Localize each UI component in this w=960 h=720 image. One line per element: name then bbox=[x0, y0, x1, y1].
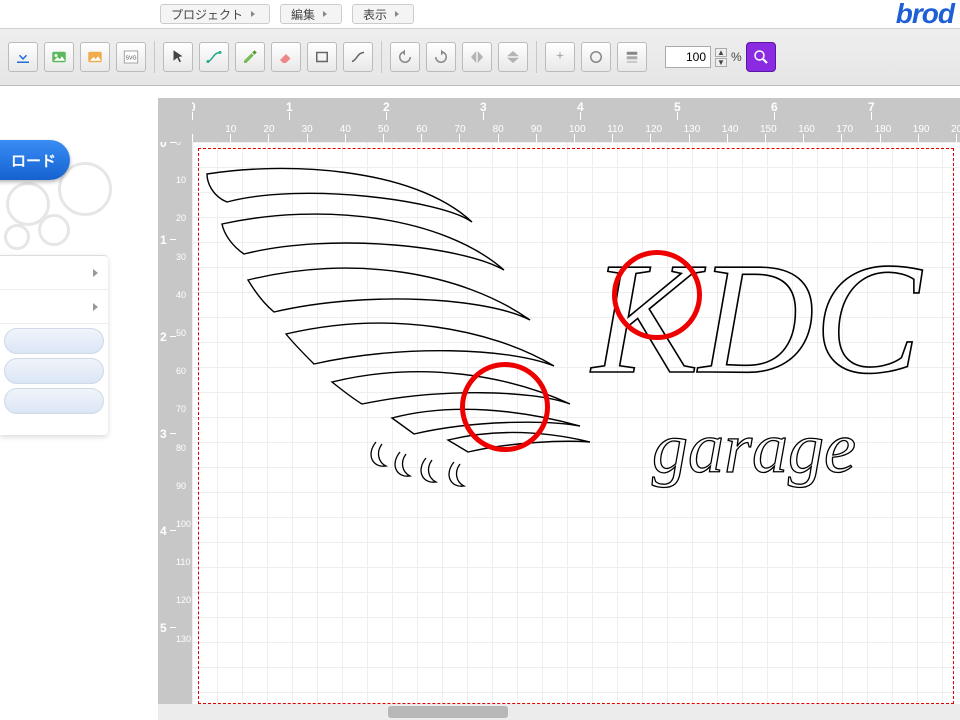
menu-bar: プロジェクト 編集 表示 brod bbox=[0, 0, 960, 28]
toolbar: SVG ▲ ▼ % bbox=[0, 28, 960, 86]
rotate-right-button[interactable] bbox=[426, 42, 456, 72]
brush-button[interactable] bbox=[343, 42, 373, 72]
rotate-left-icon bbox=[396, 48, 414, 66]
pen-curve-icon bbox=[205, 48, 223, 66]
toolbar-separator bbox=[536, 41, 537, 73]
chevron-right-icon bbox=[395, 11, 399, 17]
shape-icon bbox=[313, 48, 331, 66]
zoom-up-button[interactable]: ▲ bbox=[715, 48, 727, 57]
brand-logo: brod bbox=[896, 0, 954, 30]
toolbar-separator bbox=[381, 41, 382, 73]
menu-project[interactable]: プロジェクト bbox=[160, 4, 270, 24]
image-icon bbox=[50, 48, 68, 66]
side-panel-row[interactable] bbox=[0, 256, 108, 290]
pointer-icon bbox=[169, 48, 187, 66]
download-pill-label: ロード bbox=[11, 150, 56, 171]
download-pill-button[interactable]: ロード bbox=[0, 140, 70, 180]
eraser-button[interactable] bbox=[271, 42, 301, 72]
menu-edit[interactable]: 編集 bbox=[280, 4, 342, 24]
svg-text:SVG: SVG bbox=[125, 55, 136, 61]
canvas-page[interactable]: KDC garage bbox=[192, 142, 960, 710]
ruler-vertical: 0123450102030405060708090100110120130 bbox=[158, 142, 192, 710]
download-button[interactable] bbox=[8, 42, 38, 72]
zoom-control: ▲ ▼ % bbox=[665, 42, 776, 72]
ruler-corner bbox=[158, 98, 192, 142]
chevron-right-icon bbox=[93, 303, 98, 311]
open-image-button[interactable] bbox=[80, 42, 110, 72]
pen-curve-button[interactable] bbox=[199, 42, 229, 72]
chevron-right-icon bbox=[93, 269, 98, 277]
brush-icon bbox=[349, 48, 367, 66]
zoom-unit: % bbox=[731, 50, 742, 64]
download-icon bbox=[14, 48, 32, 66]
pencil-icon bbox=[241, 48, 259, 66]
eraser-icon bbox=[277, 48, 295, 66]
shape-button[interactable] bbox=[307, 42, 337, 72]
zoom-tool-button[interactable] bbox=[746, 42, 776, 72]
zoom-input[interactable] bbox=[665, 46, 711, 68]
menu-project-label: プロジェクト bbox=[171, 6, 243, 23]
circle-outline-icon bbox=[587, 48, 605, 66]
svg-icon: SVG bbox=[122, 48, 140, 66]
toolbar-separator bbox=[154, 41, 155, 73]
rotate-right-icon bbox=[432, 48, 450, 66]
rotate-left-button[interactable] bbox=[390, 42, 420, 72]
menu-view[interactable]: 表示 bbox=[352, 4, 414, 24]
scrollbar-thumb[interactable] bbox=[388, 706, 508, 718]
layers-button[interactable] bbox=[617, 42, 647, 72]
side-panel-row[interactable] bbox=[0, 290, 108, 324]
pointer-button[interactable] bbox=[163, 42, 193, 72]
sparkle-button[interactable] bbox=[545, 42, 575, 72]
chevron-right-icon bbox=[323, 11, 327, 17]
side-panel-pill[interactable] bbox=[4, 388, 104, 414]
side-panel bbox=[0, 255, 108, 435]
svg-button[interactable]: SVG bbox=[116, 42, 146, 72]
layers-icon bbox=[623, 48, 641, 66]
horizontal-scrollbar[interactable] bbox=[158, 704, 960, 720]
flip-v-button[interactable] bbox=[498, 42, 528, 72]
flip-v-icon bbox=[504, 48, 522, 66]
image-button[interactable] bbox=[44, 42, 74, 72]
open-image-icon bbox=[86, 48, 104, 66]
side-panel-pill[interactable] bbox=[4, 358, 104, 384]
magnifier-icon bbox=[752, 48, 770, 66]
annotation-circle bbox=[460, 362, 550, 452]
side-panel-pill[interactable] bbox=[4, 328, 104, 354]
flip-h-icon bbox=[468, 48, 486, 66]
chevron-right-icon bbox=[251, 11, 255, 17]
sparkle-icon bbox=[551, 48, 569, 66]
annotation-circle bbox=[612, 250, 702, 340]
ruler-horizontal: 0123456701020304050607080901001101201301… bbox=[192, 98, 960, 142]
pencil-button[interactable] bbox=[235, 42, 265, 72]
menu-view-label: 表示 bbox=[363, 6, 387, 23]
flip-h-button[interactable] bbox=[462, 42, 492, 72]
canvas-workspace: 0123456701020304050607080901001101201301… bbox=[158, 98, 960, 710]
outline-button[interactable] bbox=[581, 42, 611, 72]
menu-edit-label: 編集 bbox=[291, 6, 315, 23]
cutting-mat-bounds bbox=[198, 148, 954, 704]
zoom-down-button[interactable]: ▼ bbox=[715, 58, 727, 67]
